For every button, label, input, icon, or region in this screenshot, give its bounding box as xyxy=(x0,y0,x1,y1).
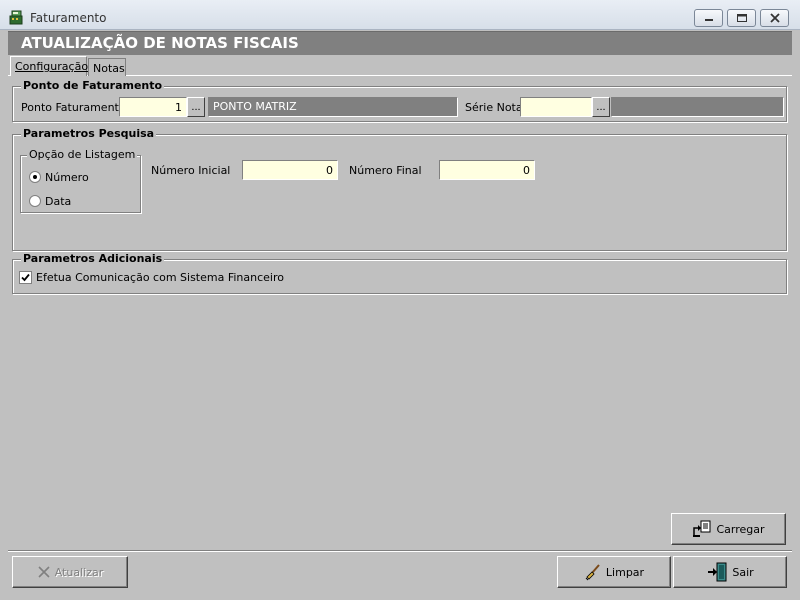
limpar-button[interactable]: Limpar xyxy=(557,556,671,588)
ponto-faturamento-description: PONTO MATRIZ xyxy=(208,97,458,117)
maximize-button[interactable] xyxy=(727,9,756,27)
tab-configuracao-label: Configuração xyxy=(15,60,89,73)
close-button[interactable] xyxy=(760,9,789,27)
numero-final-label: Número Final xyxy=(349,164,422,177)
serie-nota-description xyxy=(611,97,784,117)
tab-notas[interactable]: Notas xyxy=(88,58,126,76)
atualizar-button[interactable]: Atualizar xyxy=(12,556,128,588)
broom-icon xyxy=(585,564,600,581)
exit-door-icon xyxy=(708,562,727,582)
minimize-icon xyxy=(704,19,713,21)
group-parametros-adicionais: Parametros Adicionais Efetua Comunicação… xyxy=(12,252,787,294)
sair-button-label: Sair xyxy=(732,565,754,579)
page-title: ATUALIZAÇÃO DE NOTAS FISCAIS xyxy=(21,34,299,52)
maximize-icon xyxy=(736,14,747,22)
group-parametros-pesquisa-title: Parametros Pesquisa xyxy=(21,127,157,140)
ponto-faturamento-label: Ponto Faturamento xyxy=(21,101,126,114)
limpar-button-label: Limpar xyxy=(605,565,645,579)
page-header: ATUALIZAÇÃO DE NOTAS FISCAIS xyxy=(8,31,792,55)
serie-nota-label: Série Nota xyxy=(465,101,523,114)
radio-numero-option[interactable]: Número xyxy=(29,170,129,186)
group-ponto-faturamento: Ponto de Faturamento Ponto Faturamento .… xyxy=(12,79,787,122)
financeiro-checkbox-label: Efetua Comunicação com Sistema Financeir… xyxy=(36,271,284,284)
serie-nota-lookup-button[interactable]: ... xyxy=(592,97,610,117)
group-parametros-adicionais-title: Parametros Adicionais xyxy=(21,252,165,265)
radio-data-option[interactable]: Data xyxy=(29,194,129,210)
ponto-faturamento-lookup-button[interactable]: ... xyxy=(187,97,205,117)
financeiro-checkbox-option[interactable]: Efetua Comunicação com Sistema Financeir… xyxy=(19,270,319,286)
numero-inicial-input[interactable] xyxy=(242,160,338,180)
ponto-faturamento-input[interactable] xyxy=(119,97,187,117)
tab-notas-label: Notas xyxy=(93,62,125,75)
window-client: ATUALIZAÇÃO DE NOTAS FISCAIS Configuraçã… xyxy=(8,30,792,594)
window-titlebar[interactable]: Faturamento xyxy=(0,0,800,30)
close-icon xyxy=(769,13,780,23)
numero-inicial-label: Número Inicial xyxy=(151,164,231,177)
minimize-button[interactable] xyxy=(694,9,723,27)
window-title: Faturamento xyxy=(30,11,107,25)
checkmark-icon xyxy=(21,273,30,282)
numero-final-input[interactable] xyxy=(439,160,535,180)
radio-numero[interactable] xyxy=(29,171,41,183)
tab-configuracao[interactable]: Configuração xyxy=(10,56,89,76)
footer-separator xyxy=(8,550,792,552)
cash-register-icon xyxy=(9,10,23,25)
serie-nota-input[interactable] xyxy=(520,97,592,117)
atualizar-button-label: Atualizar xyxy=(54,565,104,579)
group-opcao-listagem-title: Opção de Listagem xyxy=(27,148,138,161)
financeiro-checkbox[interactable] xyxy=(19,271,32,284)
radio-numero-label: Número xyxy=(45,171,89,184)
group-ponto-faturamento-title: Ponto de Faturamento xyxy=(21,79,165,92)
group-opcao-listagem: Opção de Listagem Número Data xyxy=(20,148,141,213)
radio-data[interactable] xyxy=(29,195,41,207)
group-parametros-pesquisa: Parametros Pesquisa Opção de Listagem Nú… xyxy=(12,127,787,251)
carregar-button-label: Carregar xyxy=(716,522,765,536)
carregar-button[interactable]: Carregar xyxy=(671,513,786,545)
radio-data-label: Data xyxy=(45,195,72,208)
load-document-icon xyxy=(693,520,711,537)
sair-button[interactable]: Sair xyxy=(673,556,787,588)
x-icon xyxy=(38,566,50,578)
